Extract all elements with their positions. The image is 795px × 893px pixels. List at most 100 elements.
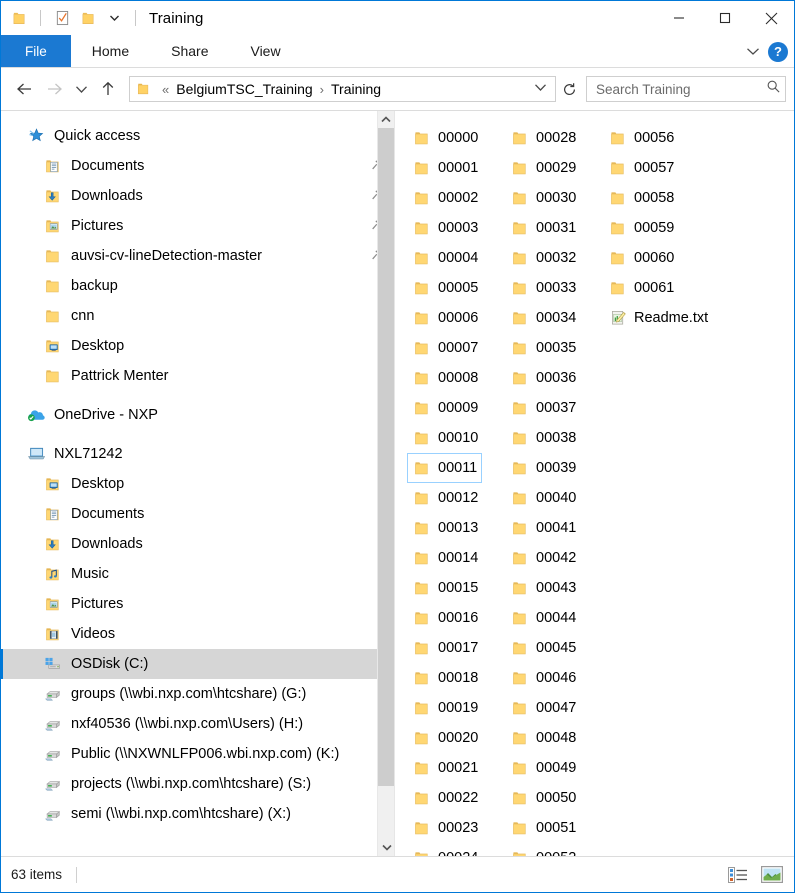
folder-item[interactable]: 00031: [505, 213, 581, 243]
sidebar-item-quick-access[interactable]: Quick access: [1, 121, 394, 151]
folder-icon[interactable]: [9, 8, 29, 28]
folder-item[interactable]: 00061: [603, 273, 679, 303]
folder-item[interactable]: 00011: [407, 453, 483, 483]
folder-item[interactable]: 00012: [407, 483, 483, 513]
breadcrumb-separator[interactable]: ›: [315, 82, 329, 97]
folder-item[interactable]: 00052: [505, 843, 581, 856]
breadcrumb-dropdown-icon[interactable]: [534, 83, 553, 95]
folder-item[interactable]: 00015: [407, 573, 483, 603]
checklist-icon[interactable]: [52, 8, 72, 28]
close-button[interactable]: [748, 1, 794, 35]
folder-item[interactable]: 00041: [505, 513, 581, 543]
folder-item[interactable]: 00003: [407, 213, 483, 243]
help-icon[interactable]: ?: [768, 41, 788, 62]
folder-item[interactable]: 00058: [603, 183, 679, 213]
folder-item[interactable]: 00014: [407, 543, 483, 573]
folder-item[interactable]: 00032: [505, 243, 581, 273]
folder-item[interactable]: 00035: [505, 333, 581, 363]
chevron-down-icon[interactable]: [104, 8, 124, 28]
sidebar-item-downloads[interactable]: Downloads: [1, 529, 394, 559]
folder-item[interactable]: 00009: [407, 393, 483, 423]
details-view-button[interactable]: [726, 864, 750, 886]
folder-item[interactable]: 00018: [407, 663, 483, 693]
search-input[interactable]: Search Training: [596, 82, 766, 97]
breadcrumb[interactable]: « BelgiumTSC_Training › Training: [129, 76, 556, 102]
folder-item[interactable]: 00013: [407, 513, 483, 543]
folder-item[interactable]: 00039: [505, 453, 581, 483]
folder-item[interactable]: 00046: [505, 663, 581, 693]
folder-item[interactable]: 00042: [505, 543, 581, 573]
folder-item[interactable]: 00024: [407, 843, 483, 856]
sidebar-item-pattrick-menter[interactable]: Pattrick Menter: [1, 361, 394, 391]
folder-item[interactable]: 00056: [603, 123, 679, 153]
tab-view[interactable]: View: [229, 35, 301, 67]
sidebar-item-pictures[interactable]: Pictures: [1, 589, 394, 619]
breadcrumb-item-1[interactable]: Training: [329, 81, 383, 97]
folder-item[interactable]: 00004: [407, 243, 483, 273]
breadcrumb-overflow[interactable]: «: [157, 82, 174, 97]
scroll-up-button[interactable]: [378, 111, 394, 128]
navigation-scrollbar[interactable]: [377, 111, 394, 856]
breadcrumb-item-0[interactable]: BelgiumTSC_Training: [174, 81, 314, 97]
sidebar-item-desktop[interactable]: Desktop: [1, 331, 394, 361]
scrollbar-thumb[interactable]: [378, 128, 394, 786]
folder-item[interactable]: 00060: [603, 243, 679, 273]
folder-item[interactable]: 00016: [407, 603, 483, 633]
folder-item[interactable]: 00045: [505, 633, 581, 663]
sidebar-item-osdisk-c[interactable]: OSDisk (C:): [1, 649, 394, 679]
refresh-button[interactable]: [556, 76, 582, 102]
back-button[interactable]: [9, 74, 39, 104]
folder-item[interactable]: 00059: [603, 213, 679, 243]
sidebar-item-nxl71242[interactable]: NXL71242: [1, 439, 394, 469]
large-icons-view-button[interactable]: [760, 864, 784, 886]
sidebar-item-public-nxwnlfp006-wbi-nxp-com-k[interactable]: Public (\\NXWNLFP006.wbi.nxp.com) (K:): [1, 739, 394, 769]
forward-button[interactable]: [39, 74, 69, 104]
up-button[interactable]: [93, 74, 123, 104]
folder-item[interactable]: 00028: [505, 123, 581, 153]
sidebar-item-backup[interactable]: backup: [1, 271, 394, 301]
tab-home[interactable]: Home: [71, 35, 150, 67]
folder-item[interactable]: 00021: [407, 753, 483, 783]
folder-item[interactable]: 00038: [505, 423, 581, 453]
sidebar-item-documents[interactable]: Documents: [1, 499, 394, 529]
folder-item[interactable]: 00008: [407, 363, 483, 393]
tab-file[interactable]: File: [1, 35, 71, 67]
folder-item[interactable]: 00006: [407, 303, 483, 333]
folder-item[interactable]: 00019: [407, 693, 483, 723]
folder-item[interactable]: 00030: [505, 183, 581, 213]
folder-item[interactable]: 00043: [505, 573, 581, 603]
folder-item[interactable]: 00048: [505, 723, 581, 753]
folder-item[interactable]: 00040: [505, 483, 581, 513]
sidebar-item-music[interactable]: Music: [1, 559, 394, 589]
folder-item[interactable]: 00023: [407, 813, 483, 843]
sidebar-item-desktop[interactable]: Desktop: [1, 469, 394, 499]
folder-item[interactable]: 00050: [505, 783, 581, 813]
minimize-button[interactable]: [656, 1, 702, 35]
folder-item[interactable]: 00033: [505, 273, 581, 303]
folder-item[interactable]: 00036: [505, 363, 581, 393]
folder-item[interactable]: 00007: [407, 333, 483, 363]
sidebar-item-nxf40536-wbi-nxp-com-users-h[interactable]: nxf40536 (\\wbi.nxp.com\Users) (H:): [1, 709, 394, 739]
sidebar-item-semi-wbi-nxp-com-htcshare-x[interactable]: semi (\\wbi.nxp.com\htcshare) (X:): [1, 799, 394, 829]
folder-item[interactable]: 00049: [505, 753, 581, 783]
folder-item[interactable]: 00005: [407, 273, 483, 303]
sidebar-item-pictures[interactable]: Pictures: [1, 211, 394, 241]
sidebar-item-documents[interactable]: Documents: [1, 151, 394, 181]
maximize-button[interactable]: [702, 1, 748, 35]
sidebar-item-groups-wbi-nxp-com-htcshare-g[interactable]: groups (\\wbi.nxp.com\htcshare) (G:): [1, 679, 394, 709]
folder-item[interactable]: 00057: [603, 153, 679, 183]
folder-item[interactable]: 00051: [505, 813, 581, 843]
search-box[interactable]: Search Training: [586, 76, 786, 102]
expand-ribbon-icon[interactable]: [746, 45, 760, 59]
file-item[interactable]: Readme.txt: [603, 303, 713, 333]
folder-item[interactable]: 00029: [505, 153, 581, 183]
sidebar-item-cnn[interactable]: cnn: [1, 301, 394, 331]
folder-item[interactable]: 00001: [407, 153, 483, 183]
new-folder-icon[interactable]: [78, 8, 98, 28]
recent-locations-button[interactable]: [69, 74, 93, 104]
folder-item[interactable]: 00047: [505, 693, 581, 723]
folder-item[interactable]: 00044: [505, 603, 581, 633]
folder-item[interactable]: 00020: [407, 723, 483, 753]
sidebar-item-projects-wbi-nxp-com-htcshare-s[interactable]: projects (\\wbi.nxp.com\htcshare) (S:): [1, 769, 394, 799]
sidebar-item-onedrive-nxp[interactable]: OneDrive - NXP: [1, 400, 394, 430]
